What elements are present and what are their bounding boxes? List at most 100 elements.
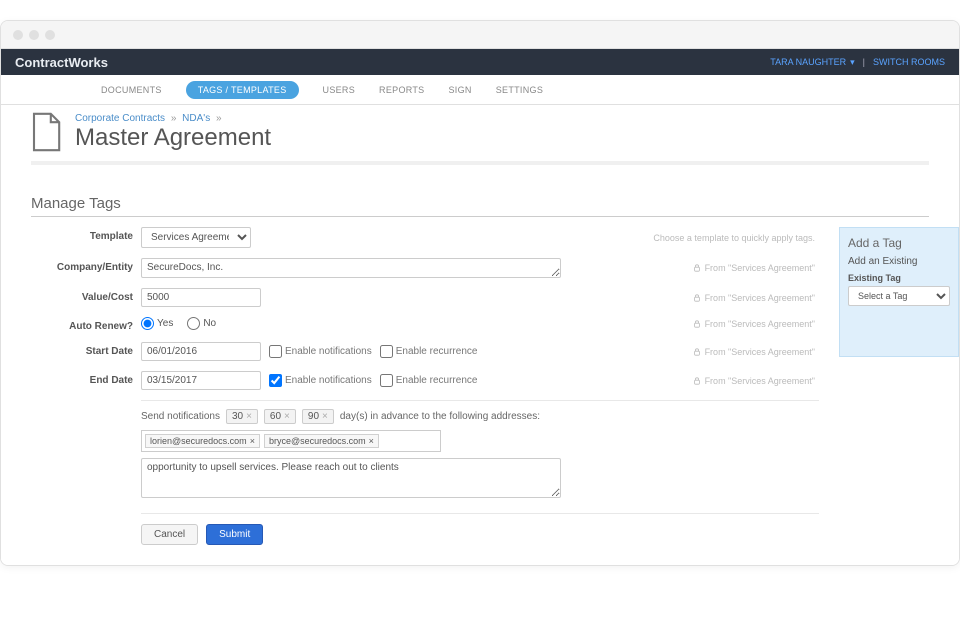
nav-tags-templates[interactable]: TAGS / TEMPLATES bbox=[186, 81, 299, 99]
form-area: Template Services Agreement Choose a tem… bbox=[31, 227, 819, 545]
end-recur-label: Enable recurrence bbox=[396, 375, 478, 386]
nav-reports[interactable]: REPORTS bbox=[379, 85, 424, 95]
field-autorenew: Yes No From "Services Agreement" bbox=[141, 317, 819, 330]
row-company: Company/Entity From "Services Agreement" bbox=[31, 258, 819, 278]
start-enable-recur[interactable]: Enable recurrence bbox=[380, 345, 478, 358]
traffic-max[interactable] bbox=[45, 30, 55, 40]
radio-no-label: No bbox=[203, 318, 216, 329]
topbar-right: TARA NAUGHTER ▾ | SWITCH ROOMS bbox=[770, 57, 945, 68]
notif-chip-90[interactable]: 90× bbox=[302, 409, 334, 424]
start-recur-label: Enable recurrence bbox=[396, 346, 478, 357]
label-start: Start Date bbox=[31, 342, 141, 357]
start-enable-notif[interactable]: Enable notifications bbox=[269, 345, 372, 358]
side-title: Add a Tag bbox=[848, 236, 950, 250]
start-date-input[interactable] bbox=[141, 342, 261, 361]
main-columns: Template Services Agreement Choose a tem… bbox=[31, 227, 929, 545]
chevron-down-icon: ▾ bbox=[850, 57, 855, 68]
label-company: Company/Entity bbox=[31, 258, 141, 273]
notif-emails[interactable]: lorien@securedocs.com× bryce@securedocs.… bbox=[141, 430, 441, 452]
email-chip-1[interactable]: lorien@securedocs.com× bbox=[145, 434, 260, 448]
lock-icon bbox=[693, 264, 701, 272]
label-end: End Date bbox=[31, 371, 141, 386]
side-sub: Add an Existing bbox=[848, 256, 950, 267]
document-icon bbox=[31, 111, 65, 153]
notif-chip-60[interactable]: 60× bbox=[264, 409, 296, 424]
label-value: Value/Cost bbox=[31, 288, 141, 303]
breadcrumb-ndas[interactable]: NDA's bbox=[182, 113, 210, 124]
start-enable-recur-cb[interactable] bbox=[380, 345, 393, 358]
submit-button[interactable]: Submit bbox=[206, 524, 263, 545]
field-company: From "Services Agreement" bbox=[141, 258, 819, 278]
breadcrumb-corporate[interactable]: Corporate Contracts bbox=[75, 113, 165, 124]
notif-message[interactable] bbox=[141, 458, 561, 498]
radio-yes[interactable]: Yes bbox=[141, 317, 173, 330]
email-1-remove[interactable]: × bbox=[250, 436, 255, 446]
chip-90-remove[interactable]: × bbox=[322, 411, 328, 422]
row-value: Value/Cost From "Services Agreement" bbox=[31, 288, 819, 307]
email-1: lorien@securedocs.com bbox=[150, 436, 247, 446]
notif-chip-30[interactable]: 30× bbox=[226, 409, 258, 424]
email-2-remove[interactable]: × bbox=[369, 436, 374, 446]
nav-users[interactable]: USERS bbox=[323, 85, 356, 95]
nav-sign[interactable]: SIGN bbox=[449, 85, 472, 95]
origin-text: From "Services Agreement" bbox=[705, 319, 815, 329]
traffic-min[interactable] bbox=[29, 30, 39, 40]
notif-line: Send notifications 30× 60× 90× day(s) in… bbox=[141, 409, 819, 424]
notification-block: Send notifications 30× 60× 90× day(s) in… bbox=[141, 400, 819, 501]
end-enable-notif[interactable]: Enable notifications bbox=[269, 374, 372, 387]
row-end: End Date Enable notifications Enable rec… bbox=[31, 371, 819, 390]
page-title: Master Agreement bbox=[75, 124, 271, 152]
user-menu[interactable]: TARA NAUGHTER ▾ bbox=[770, 57, 854, 68]
topbar: ContractWorks TARA NAUGHTER ▾ | SWITCH R… bbox=[1, 49, 959, 75]
origin-text: From "Services Agreement" bbox=[705, 263, 815, 273]
divider-thick bbox=[31, 161, 929, 165]
side-existing-select[interactable]: Select a Tag bbox=[848, 286, 950, 306]
chip-90-val: 90 bbox=[308, 411, 319, 422]
divider-thin bbox=[31, 216, 929, 217]
radio-no[interactable]: No bbox=[187, 317, 216, 330]
end-enable-recur[interactable]: Enable recurrence bbox=[380, 374, 478, 387]
radio-yes-input[interactable] bbox=[141, 317, 154, 330]
nav-settings[interactable]: SETTINGS bbox=[496, 85, 543, 95]
lock-icon bbox=[693, 320, 701, 328]
user-name: TARA NAUGHTER bbox=[770, 57, 846, 67]
origin-end: From "Services Agreement" bbox=[693, 376, 819, 386]
value-input[interactable] bbox=[141, 288, 261, 307]
origin-text: From "Services Agreement" bbox=[705, 347, 815, 357]
notif-post: day(s) in advance to the following addre… bbox=[340, 411, 540, 422]
nav-documents[interactable]: DOCUMENTS bbox=[101, 85, 162, 95]
browser-chrome bbox=[1, 21, 959, 49]
end-enable-recur-cb[interactable] bbox=[380, 374, 393, 387]
start-notif-label: Enable notifications bbox=[285, 346, 372, 357]
traffic-close[interactable] bbox=[13, 30, 23, 40]
button-row: Cancel Submit bbox=[141, 513, 819, 545]
email-chip-2[interactable]: bryce@securedocs.com× bbox=[264, 434, 379, 448]
chip-30-remove[interactable]: × bbox=[246, 411, 252, 422]
chip-60-remove[interactable]: × bbox=[284, 411, 290, 422]
chip-30-val: 30 bbox=[232, 411, 243, 422]
origin-start: From "Services Agreement" bbox=[693, 347, 819, 357]
email-2: bryce@securedocs.com bbox=[269, 436, 366, 446]
company-input[interactable] bbox=[141, 258, 561, 278]
lock-icon bbox=[693, 294, 701, 302]
lock-icon bbox=[693, 377, 701, 385]
notif-pre: Send notifications bbox=[141, 411, 220, 422]
template-hint: Choose a template to quickly apply tags. bbox=[653, 233, 819, 243]
end-enable-notif-cb[interactable] bbox=[269, 374, 282, 387]
side-panel: Add a Tag Add an Existing Existing Tag S… bbox=[839, 227, 959, 357]
switch-rooms-link[interactable]: SWITCH ROOMS bbox=[873, 57, 945, 67]
template-select[interactable]: Services Agreement bbox=[141, 227, 251, 248]
end-date-input[interactable] bbox=[141, 371, 261, 390]
start-enable-notif-cb[interactable] bbox=[269, 345, 282, 358]
row-start: Start Date Enable notifications Enable r… bbox=[31, 342, 819, 361]
lock-icon bbox=[693, 348, 701, 356]
section-title: Manage Tags bbox=[31, 195, 929, 212]
cancel-button[interactable]: Cancel bbox=[141, 524, 198, 545]
radio-no-input[interactable] bbox=[187, 317, 200, 330]
breadcrumb-sep-1: » bbox=[171, 113, 177, 124]
field-template: Services Agreement Choose a template to … bbox=[141, 227, 819, 248]
end-notif-label: Enable notifications bbox=[285, 375, 372, 386]
side-existing-label: Existing Tag bbox=[848, 273, 950, 283]
label-template: Template bbox=[31, 227, 141, 242]
navbar: DOCUMENTS TAGS / TEMPLATES USERS REPORTS… bbox=[1, 75, 959, 105]
